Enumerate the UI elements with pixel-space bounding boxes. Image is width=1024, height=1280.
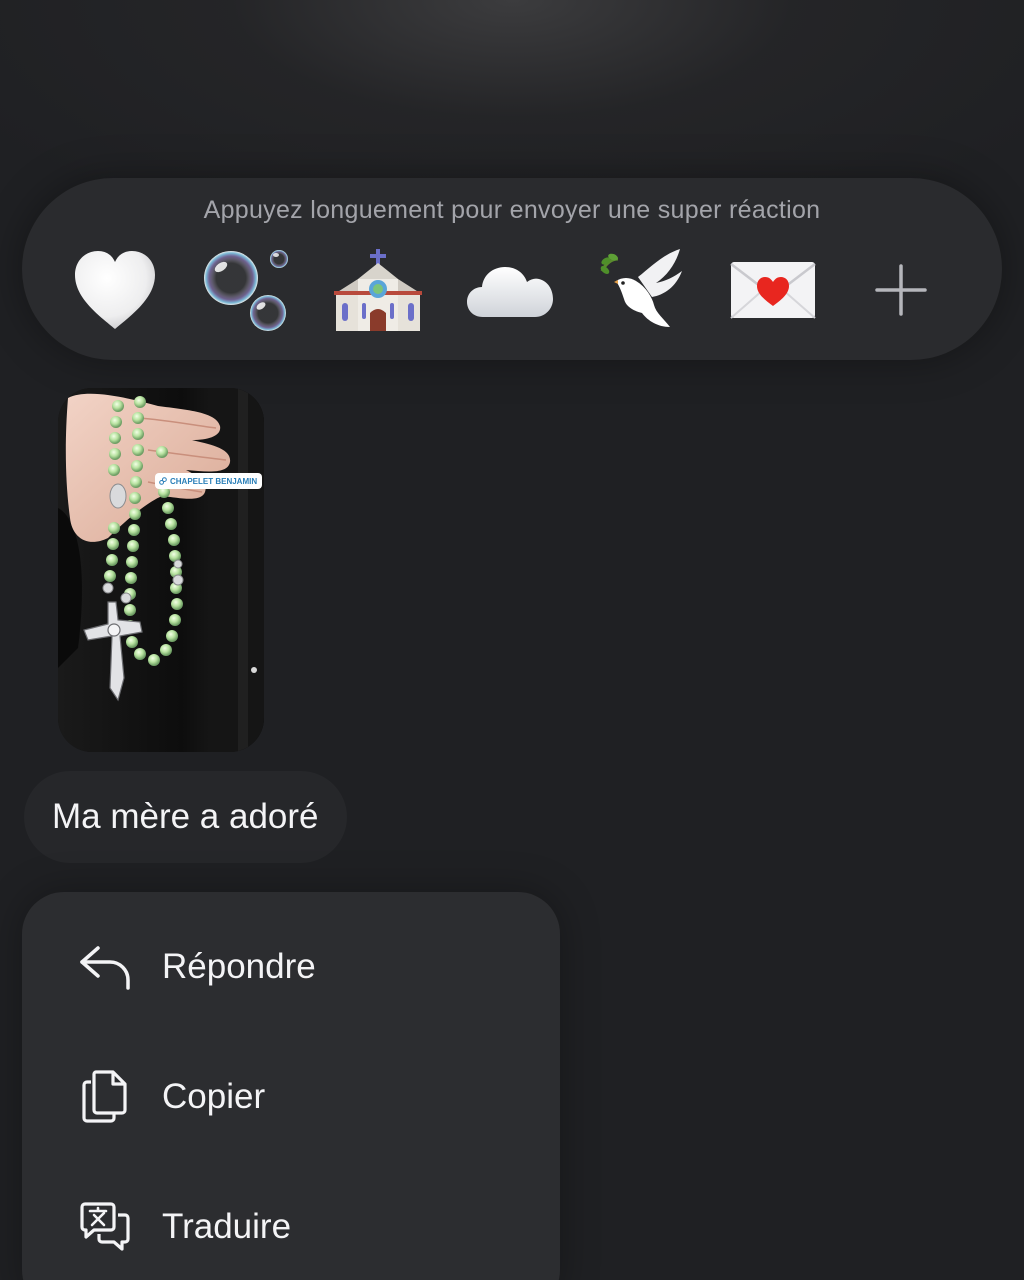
bubbles-icon <box>204 250 288 331</box>
menu-item-label: Traduire <box>162 1207 292 1246</box>
menu-item-copy[interactable]: Copier <box>22 1042 560 1152</box>
translate-icon <box>78 1200 132 1254</box>
photo-message[interactable]: CHAPELET BENJAMIN <box>58 388 264 752</box>
reaction-more-button[interactable] <box>851 240 951 340</box>
church-icon <box>334 249 422 331</box>
menu-item-label: Répondre <box>162 947 316 986</box>
rosary-photo <box>58 388 264 752</box>
reaction-love-letter[interactable] <box>723 240 823 340</box>
cloud-icon <box>467 267 553 317</box>
link-icon <box>159 477 167 485</box>
menu-item-reply[interactable]: Répondre <box>22 912 560 1022</box>
menu-item-translate[interactable]: Traduire <box>22 1172 560 1280</box>
reaction-white-heart[interactable] <box>65 240 165 340</box>
white-heart-icon <box>75 251 155 329</box>
menu-item-label: Copier <box>162 1077 266 1116</box>
photo-link-tag[interactable]: CHAPELET BENJAMIN <box>155 473 263 489</box>
plus-icon <box>875 264 927 316</box>
reaction-church[interactable] <box>328 240 428 340</box>
reaction-cloud[interactable] <box>460 240 560 340</box>
reaction-dove[interactable] <box>591 240 691 340</box>
photo-tag-label: CHAPELET BENJAMIN <box>170 476 258 486</box>
super-reaction-hint: Appuyez longuement pour envoyer une supe… <box>203 196 821 224</box>
message-text: Ma mère a adoré <box>52 797 319 836</box>
copy-icon <box>78 1070 132 1124</box>
dove-icon <box>600 249 682 327</box>
reply-icon <box>78 940 132 994</box>
reaction-row <box>22 240 1002 340</box>
reaction-bubbles[interactable] <box>197 240 297 340</box>
text-message[interactable]: Ma mère a adoré <box>24 771 347 863</box>
reaction-bar: Appuyez longuement pour envoyer une supe… <box>22 178 1002 360</box>
message-context-menu: Répondre Copier Traduire <box>22 892 560 1280</box>
love-letter-icon <box>730 262 816 319</box>
